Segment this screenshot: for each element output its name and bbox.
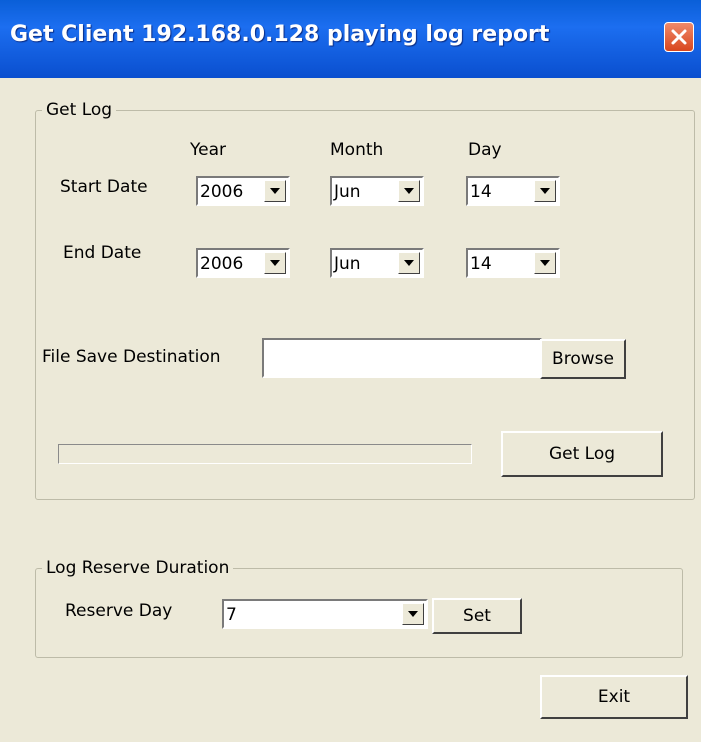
chevron-down-icon	[540, 188, 550, 194]
day-header: Day	[468, 140, 502, 160]
get-log-button[interactable]: Get Log	[501, 431, 663, 477]
chevron-down-icon	[404, 260, 414, 266]
start-month-select[interactable]: Jun	[330, 176, 424, 206]
chevron-down-icon	[404, 188, 414, 194]
log-reserve-duration-legend: Log Reserve Duration	[46, 558, 230, 578]
reserve-day-label: Reserve Day	[65, 601, 173, 621]
file-save-destination-label: File Save Destination	[42, 347, 221, 367]
end-month-dropdown-button[interactable]	[398, 252, 420, 274]
reserve-day-select[interactable]: 7	[222, 599, 428, 629]
chevron-down-icon	[270, 260, 280, 266]
start-day-value: 14	[470, 182, 492, 202]
end-year-dropdown-button[interactable]	[264, 252, 286, 274]
end-date-label: End Date	[63, 243, 142, 263]
start-day-select[interactable]: 14	[466, 176, 560, 206]
end-day-select[interactable]: 14	[466, 248, 560, 278]
title-bar[interactable]: Get Client 192.168.0.128 playing log rep…	[0, 0, 701, 78]
close-icon	[671, 29, 687, 45]
reserve-day-value: 7	[226, 605, 237, 625]
exit-button[interactable]: Exit	[540, 675, 688, 719]
end-day-value: 14	[470, 254, 492, 274]
browse-button[interactable]: Browse	[540, 339, 626, 379]
end-year-select[interactable]: 2006	[196, 248, 290, 278]
start-year-dropdown-button[interactable]	[264, 180, 286, 202]
chevron-down-icon	[270, 188, 280, 194]
year-header: Year	[190, 140, 226, 160]
end-day-dropdown-button[interactable]	[534, 252, 556, 274]
close-button[interactable]	[664, 22, 694, 52]
file-save-destination-input[interactable]	[262, 338, 542, 378]
dialog-body: Get Log Year Month Day Start Date 2006 J…	[10, 78, 695, 742]
get-log-legend: Get Log	[46, 100, 113, 120]
start-month-dropdown-button[interactable]	[398, 180, 420, 202]
month-header: Month	[330, 140, 384, 160]
start-month-value: Jun	[334, 182, 361, 202]
set-button[interactable]: Set	[432, 598, 522, 634]
reserve-day-dropdown-button[interactable]	[402, 603, 424, 625]
end-month-value: Jun	[334, 254, 361, 274]
end-month-select[interactable]: Jun	[330, 248, 424, 278]
start-year-value: 2006	[200, 182, 244, 202]
window-title: Get Client 192.168.0.128 playing log rep…	[10, 22, 550, 47]
progress-bar	[58, 444, 472, 464]
start-year-select[interactable]: 2006	[196, 176, 290, 206]
start-date-label: Start Date	[60, 177, 148, 197]
chevron-down-icon	[540, 260, 550, 266]
chevron-down-icon	[408, 611, 418, 617]
end-year-value: 2006	[200, 254, 244, 274]
start-day-dropdown-button[interactable]	[534, 180, 556, 202]
